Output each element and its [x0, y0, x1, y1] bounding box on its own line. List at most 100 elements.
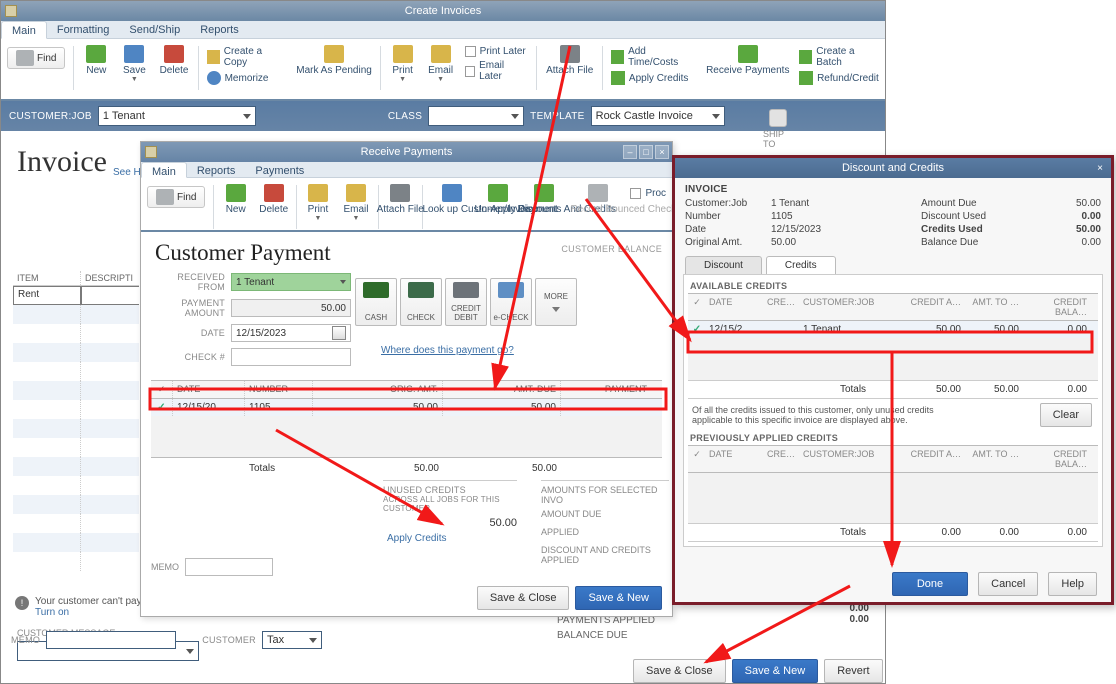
table-row[interactable]: ✓ 12/15/20… 1105 50.00 50.00 [151, 399, 662, 416]
check-button[interactable]: CHECK [400, 278, 442, 326]
payment-amount-input[interactable]: 50.00 [231, 299, 351, 317]
table-row[interactable] [13, 419, 139, 438]
memorize-button[interactable]: Memorize [207, 71, 285, 85]
add-time-costs-button[interactable]: Add Time/Costs [611, 46, 695, 68]
proc-check[interactable]: Proc [626, 182, 672, 199]
table-row[interactable] [13, 552, 139, 571]
tab-reports[interactable]: Reports [190, 21, 249, 38]
save-dropdown-arrow[interactable]: ▼ [131, 76, 138, 83]
revert-button[interactable]: Revert [824, 659, 882, 683]
table-row[interactable] [13, 476, 139, 495]
done-button[interactable]: Done [892, 572, 968, 596]
find-button[interactable]: Find [147, 186, 205, 208]
table-row[interactable] [13, 400, 139, 419]
table-row[interactable] [13, 457, 139, 476]
email-dropdown-arrow[interactable]: ▼ [437, 76, 444, 83]
create-copy-button[interactable]: Create a Copy [207, 46, 285, 68]
tab-send-ship[interactable]: Send/Ship [119, 21, 190, 38]
check-number-input[interactable] [231, 348, 351, 366]
magnifier-icon [156, 189, 174, 205]
save-new-button[interactable]: Save & New [575, 586, 662, 610]
apply-credits-link[interactable]: Apply Credits [387, 533, 446, 544]
print-dropdown-arrow[interactable]: ▼ [399, 76, 406, 83]
minimize-button[interactable]: – [623, 145, 637, 159]
save-button[interactable]: Save▼ [116, 43, 152, 85]
close-button[interactable]: × [1093, 161, 1107, 175]
cancel-button[interactable]: Cancel [978, 572, 1038, 596]
tab-main[interactable]: Main [1, 21, 47, 39]
table-row[interactable] [13, 533, 139, 552]
lookup-button[interactable]: Look up Customer/Invoice [426, 182, 478, 217]
table-row[interactable] [13, 381, 139, 400]
payment-destination-link[interactable]: Where does this payment go? [381, 345, 514, 356]
window-controls: – □ × [623, 145, 669, 159]
table-row[interactable] [13, 514, 139, 533]
apply-credits-button[interactable]: Apply Credits [611, 71, 695, 85]
tax-select[interactable]: Tax [262, 631, 322, 649]
table-row[interactable] [13, 305, 139, 324]
ship-to-badge: SHIP TO [763, 109, 793, 149]
receive-payments-button[interactable]: Receive Payments [702, 43, 793, 78]
delete-icon [264, 184, 284, 202]
table-row[interactable] [13, 495, 139, 514]
tab-formatting[interactable]: Formatting [47, 21, 120, 38]
table-row[interactable]: ✓ 12/15/2… 1 Tenant 50.00 50.00 0.00 [688, 321, 1098, 338]
template-select[interactable]: Rock Castle Invoice [591, 106, 725, 126]
time-costs-icon [611, 50, 624, 64]
new-button[interactable]: New [78, 43, 114, 78]
echeck-button[interactable]: e-CHECK [490, 278, 532, 326]
table-row[interactable]: Rent [13, 286, 139, 305]
save-new-button[interactable]: Save & New [732, 659, 819, 683]
attach-file-button[interactable]: Attach File [541, 43, 598, 78]
refund-credit-button[interactable]: Refund/Credit [799, 71, 879, 85]
tab-payments[interactable]: Payments [245, 162, 314, 177]
help-button[interactable]: Help [1048, 572, 1097, 596]
checkbox-icon [465, 66, 475, 77]
turn-on-link[interactable]: Turn on [35, 607, 155, 618]
print-later-check[interactable]: Print Later [465, 46, 527, 57]
date-input[interactable]: 12/15/2023 [231, 324, 351, 342]
print-button[interactable]: Print▼ [300, 182, 336, 224]
card-icon [453, 282, 479, 298]
class-select[interactable] [428, 106, 524, 126]
received-from-select[interactable]: 1 Tenant [231, 273, 351, 291]
attach-file-button[interactable]: Attach File [382, 182, 418, 217]
table-row[interactable] [13, 438, 139, 457]
create-batch-button[interactable]: Create a Batch [799, 46, 879, 68]
tab-reports[interactable]: Reports [187, 162, 246, 177]
tab-main[interactable]: Main [141, 162, 187, 178]
dropdown-arrow[interactable]: ▼ [314, 215, 321, 222]
unapply-icon [488, 184, 508, 202]
new-button[interactable]: New [218, 182, 254, 217]
email-button[interactable]: Email▼ [423, 43, 459, 85]
customer-job-select[interactable]: 1 Tenant [98, 106, 256, 126]
table-row[interactable] [13, 343, 139, 362]
memo-input[interactable] [185, 558, 273, 576]
tab-discount[interactable]: Discount [685, 256, 762, 274]
more-methods-button[interactable]: MORE [535, 278, 577, 326]
maximize-button[interactable]: □ [639, 145, 653, 159]
cash-button[interactable]: CASH [355, 278, 397, 326]
calendar-icon[interactable] [332, 326, 346, 340]
tab-credits[interactable]: Credits [766, 256, 836, 274]
save-close-button[interactable]: Save & Close [477, 586, 570, 610]
email-button[interactable]: Email▼ [338, 182, 374, 224]
delete-button[interactable]: Delete [154, 43, 193, 78]
find-button[interactable]: Find [7, 47, 65, 69]
mark-pending-button[interactable]: Mark As Pending [292, 43, 375, 78]
save-close-button[interactable]: Save & Close [633, 659, 726, 683]
credit-debit-button[interactable]: CREDIT DEBIT [445, 278, 487, 326]
dropdown-arrow[interactable]: ▼ [352, 215, 359, 222]
memo-input[interactable] [46, 631, 176, 649]
table-row[interactable] [13, 362, 139, 381]
clear-button[interactable]: Clear [1040, 403, 1092, 427]
delete-button[interactable]: Delete [256, 182, 292, 217]
print-button[interactable]: Print▼ [385, 43, 421, 85]
table-row[interactable] [13, 324, 139, 343]
unapply-button[interactable]: Un-Apply Payment [480, 182, 516, 217]
ship-to-icon [769, 109, 787, 127]
email-later-check[interactable]: Email Later [465, 60, 527, 82]
see-history-link[interactable]: See Hi [107, 133, 143, 178]
close-button[interactable]: × [655, 145, 669, 159]
discounts-credits-button[interactable]: Discounts And Credits [518, 182, 570, 217]
